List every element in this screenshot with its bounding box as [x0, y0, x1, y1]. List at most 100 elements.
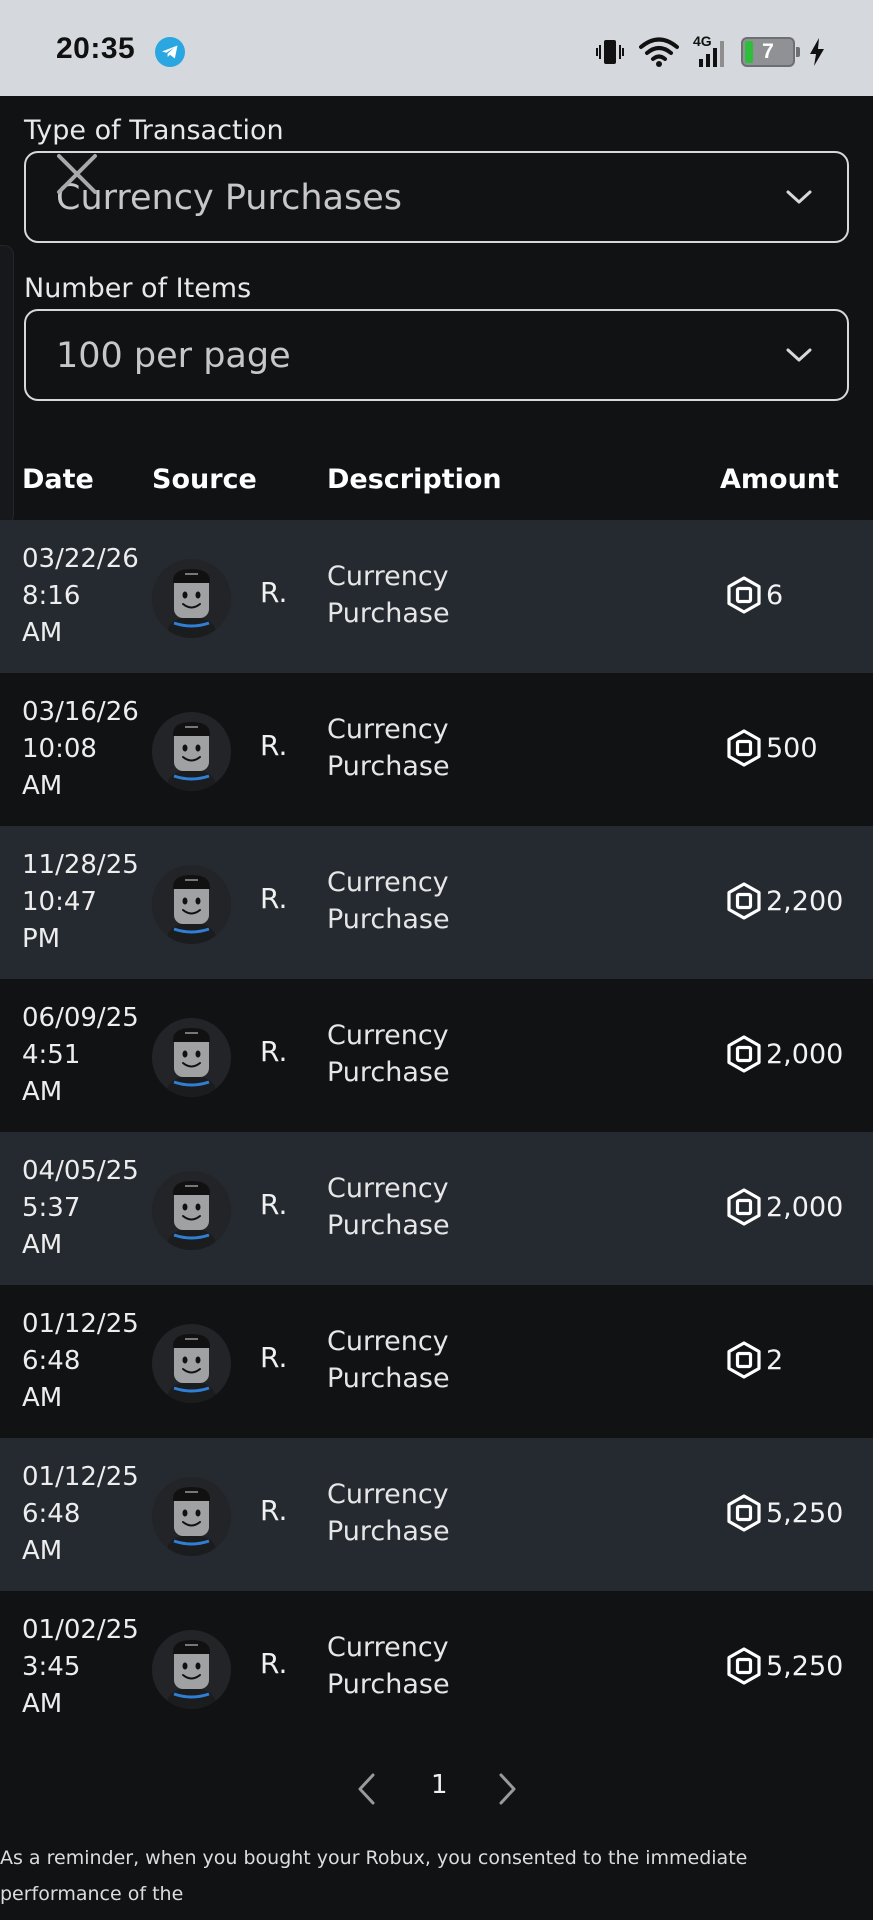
items-per-page-value: 100 per page: [56, 336, 291, 376]
transaction-amount: 6: [725, 576, 783, 614]
robux-icon: [725, 729, 763, 767]
description-line-1: Currency: [327, 1326, 449, 1357]
amount-value: 500: [766, 732, 818, 764]
transaction-date: 01/12/25 6:48 AM: [22, 1459, 152, 1570]
source-name[interactable]: R.: [260, 576, 286, 609]
description-line-1: Currency: [327, 1479, 449, 1510]
reminder-line-1: As a reminder, when you bought your Robu…: [0, 1847, 748, 1905]
table-row[interactable]: 03/22/26 8:16 AM R. Currency Purchase 6: [0, 520, 873, 673]
transaction-date: 04/05/25 5:37 AM: [22, 1153, 152, 1264]
column-header-amount: Amount: [720, 464, 839, 495]
avatar[interactable]: [152, 1477, 231, 1556]
robux-icon: [725, 1647, 763, 1685]
status-bar: 20:35 4G 7: [0, 0, 873, 96]
amount-value: 2: [766, 1344, 784, 1376]
avatar[interactable]: [152, 712, 231, 791]
avatar[interactable]: [152, 1018, 231, 1097]
description-line-2: Purchase: [327, 1363, 450, 1394]
time-value: 6:48: [22, 1346, 81, 1376]
description-line-2: Purchase: [327, 1516, 450, 1547]
transaction-amount: 5,250: [725, 1647, 843, 1685]
avatar[interactable]: [152, 1324, 231, 1403]
robux-icon: [725, 1494, 763, 1532]
date-value: 01/02/25: [22, 1615, 139, 1645]
transaction-type-select[interactable]: Currency Purchases: [24, 151, 849, 243]
column-header-source: Source: [152, 464, 257, 495]
time-value: 6:48: [22, 1499, 81, 1529]
source-name[interactable]: R.: [260, 1341, 286, 1374]
current-page-number[interactable]: 1: [431, 1770, 448, 1800]
description-line-2: Purchase: [327, 1669, 450, 1700]
am-pm-value: AM: [22, 618, 63, 648]
avatar[interactable]: [152, 865, 231, 944]
column-header-date: Date: [22, 464, 94, 495]
source-name[interactable]: R.: [260, 1647, 286, 1680]
description-line-1: Currency: [327, 1632, 449, 1663]
table-row[interactable]: 01/12/25 6:48 AM R. Currency Purchase 2: [0, 1285, 873, 1438]
items-per-page-select[interactable]: 100 per page: [24, 309, 849, 401]
amount-value: 2,200: [766, 885, 844, 917]
column-header-description: Description: [327, 464, 502, 495]
transaction-description: Currency Purchase: [327, 1170, 487, 1244]
description-line-2: Purchase: [327, 1057, 450, 1088]
am-pm-value: AM: [22, 1383, 63, 1413]
description-line-2: Purchase: [327, 1210, 450, 1241]
table-row[interactable]: 03/16/26 10:08 AM R. Currency Purchase 500: [0, 673, 873, 826]
source-name[interactable]: R.: [260, 729, 286, 762]
date-value: 03/22/26: [22, 544, 139, 574]
time-value: 10:47: [22, 887, 97, 917]
items-per-page-label: Number of Items: [24, 273, 252, 304]
amount-value: 2,000: [766, 1038, 844, 1070]
time-value: 4:51: [22, 1040, 81, 1070]
chevron-right-icon[interactable]: [495, 1772, 519, 1806]
time-value: 3:45: [22, 1652, 81, 1682]
robux-icon: [725, 882, 763, 920]
transaction-date: 01/12/25 6:48 AM: [22, 1306, 152, 1417]
transaction-date: 03/22/26 8:16 AM: [22, 541, 152, 652]
date-value: 11/28/25: [22, 850, 139, 880]
source-name[interactable]: R.: [260, 882, 286, 915]
table-row[interactable]: 06/09/25 4:51 AM R. Currency Purchase 2,000: [0, 979, 873, 1132]
telegram-icon: [155, 37, 185, 67]
date-value: 04/05/25: [22, 1156, 139, 1186]
table-row[interactable]: 04/05/25 5:37 AM R. Currency Purchase 2,000: [0, 1132, 873, 1285]
amount-value: 5,250: [766, 1497, 844, 1529]
transaction-amount: 2: [725, 1341, 783, 1379]
table-row[interactable]: 01/12/25 6:48 AM R. Currency Purchase 5,250: [0, 1438, 873, 1591]
transaction-type-value: Currency Purchases: [56, 178, 402, 218]
status-time: 20:35: [56, 32, 136, 65]
table-row[interactable]: 01/02/25 3:45 AM R. Currency Purchase 5,250: [0, 1591, 873, 1744]
robux-icon: [725, 576, 763, 614]
table-header: Date Source Description Amount: [0, 448, 873, 520]
avatar[interactable]: [152, 1630, 231, 1709]
am-pm-value: AM: [22, 1077, 63, 1107]
battery-icon: 7: [741, 37, 800, 67]
source-name[interactable]: R.: [260, 1188, 286, 1221]
transaction-description: Currency Purchase: [327, 1323, 487, 1397]
signal-4g-icon: 4G: [693, 33, 727, 69]
transaction-amount: 500: [725, 729, 818, 767]
transaction-description: Currency Purchase: [327, 1017, 487, 1091]
avatar[interactable]: [152, 559, 231, 638]
source-name[interactable]: R.: [260, 1494, 286, 1527]
description-line-1: Currency: [327, 714, 449, 745]
avatar[interactable]: [152, 1171, 231, 1250]
amount-value: 6: [766, 579, 784, 611]
charging-icon: [810, 38, 824, 66]
reminder-line-2: contract and acknowledged that you have …: [0, 1912, 873, 1920]
transaction-amount: 2,200: [725, 882, 843, 920]
source-name[interactable]: R.: [260, 1035, 286, 1068]
close-icon[interactable]: [55, 152, 99, 196]
table-row[interactable]: 11/28/25 10:47 PM R. Currency Purchase 2,200: [0, 826, 873, 979]
amount-value: 2,000: [766, 1191, 844, 1223]
date-value: 03/16/26: [22, 697, 139, 727]
description-line-2: Purchase: [327, 751, 450, 782]
robux-icon: [725, 1188, 763, 1226]
am-pm-value: AM: [22, 771, 63, 801]
transaction-description: Currency Purchase: [327, 711, 487, 785]
am-pm-value: AM: [22, 1689, 63, 1719]
am-pm-value: AM: [22, 1230, 63, 1260]
chevron-left-icon[interactable]: [355, 1772, 379, 1806]
date-value: 01/12/25: [22, 1309, 139, 1339]
time-value: 10:08: [22, 734, 97, 764]
